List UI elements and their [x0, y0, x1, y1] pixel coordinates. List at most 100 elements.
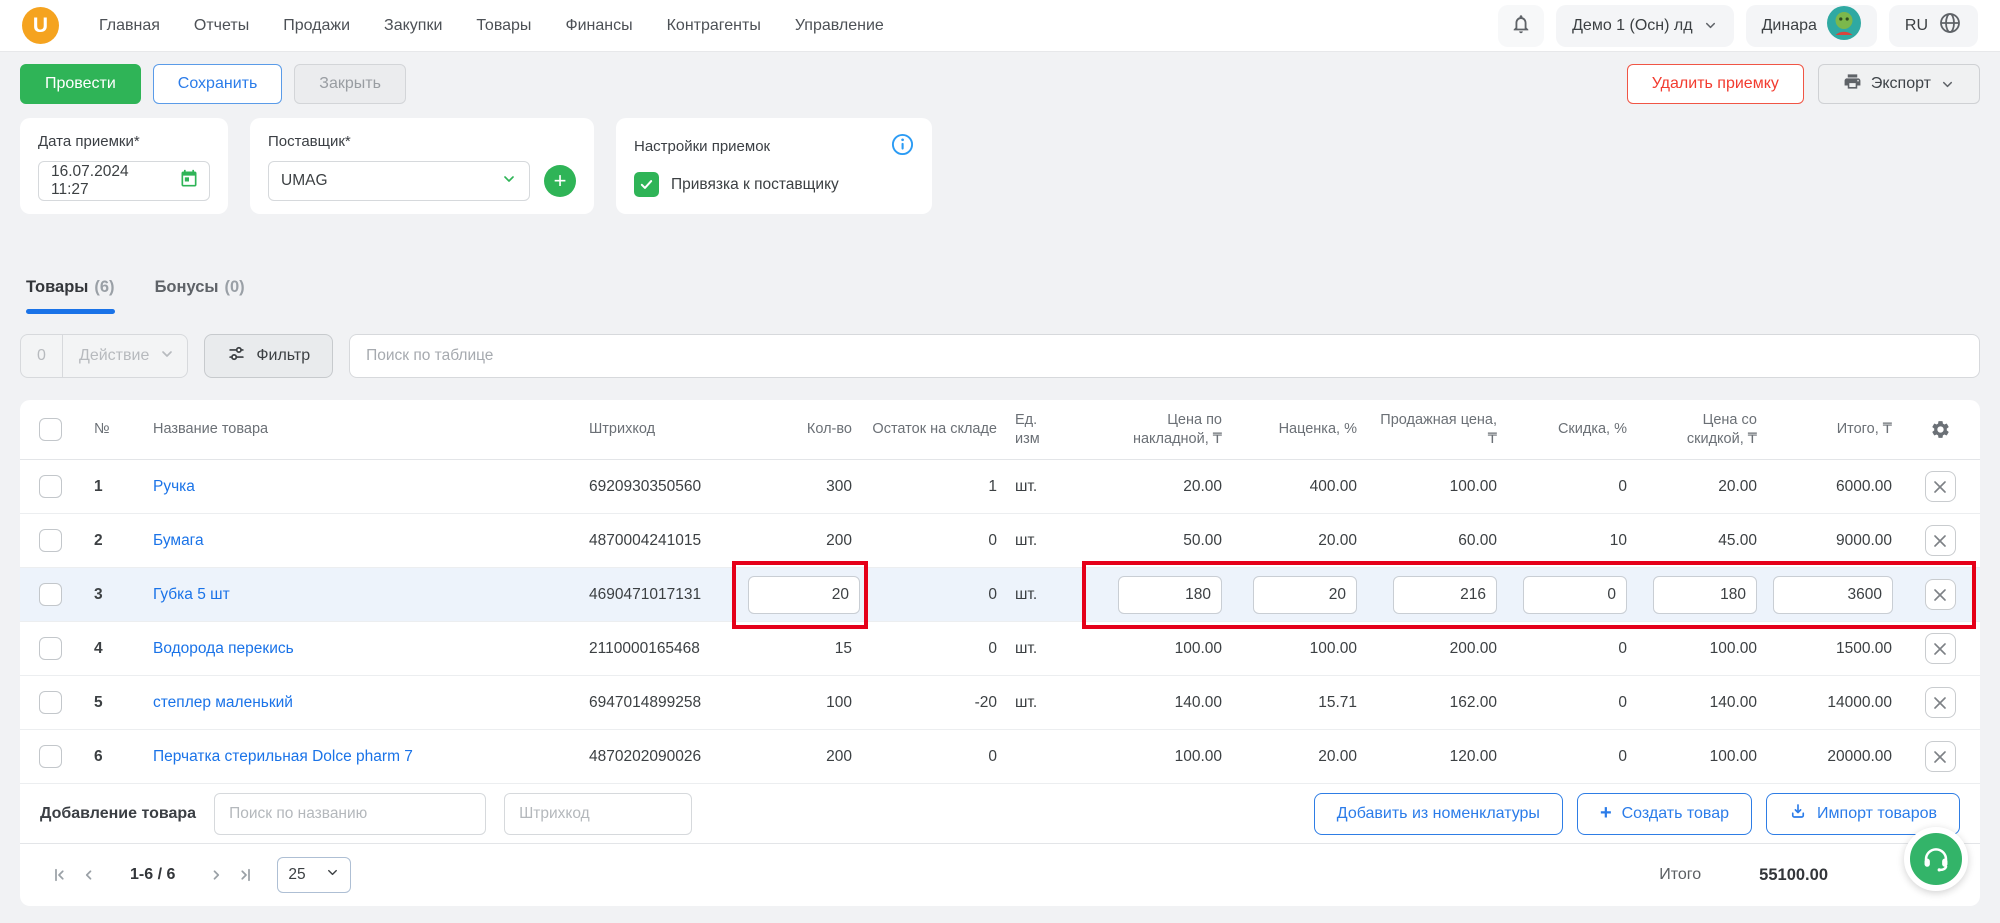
product-link[interactable]: степлер маленький: [153, 694, 293, 711]
date-label: Дата приемки*: [38, 133, 140, 150]
cell-row-number: 6: [94, 747, 103, 765]
cell-sale-price: 200.00: [1449, 639, 1497, 657]
page-range: 1-6 / 6: [130, 866, 176, 883]
row-checkbox[interactable]: [38, 745, 62, 768]
delete-receipt-button[interactable]: Удалить приемку: [1626, 64, 1804, 104]
tab-products[interactable]: Товары (6): [26, 278, 115, 314]
invoice-price-input[interactable]: [1118, 575, 1222, 614]
app-logo[interactable]: U: [22, 7, 59, 44]
first-page-button[interactable]: [44, 860, 74, 890]
nav-item-products[interactable]: Товары: [476, 17, 531, 35]
cell-total: 1500.00: [1835, 639, 1892, 657]
delete-row-button[interactable]: [1924, 687, 1956, 718]
cell-unit: шт.: [1015, 585, 1038, 603]
add-from-catalog-button[interactable]: Добавить из номенклатуры: [1313, 792, 1563, 835]
product-barcode-input[interactable]: [504, 792, 693, 835]
delete-row-button[interactable]: [1924, 525, 1956, 556]
cell-stock: 1: [988, 477, 997, 495]
discount-input[interactable]: [1523, 575, 1627, 614]
company-selector[interactable]: Демо 1 (Осн) лд: [1556, 4, 1734, 47]
chevron-down-icon: [1940, 77, 1955, 92]
nav-item-reports[interactable]: Отчеты: [194, 17, 249, 35]
settings-card: Настройки приемок Привязка к поставщику: [616, 118, 932, 214]
row-checkbox[interactable]: [38, 583, 62, 606]
post-button[interactable]: Провести: [20, 64, 141, 104]
cell-unit: шт.: [1015, 639, 1038, 657]
create-product-button[interactable]: + Создать товар: [1576, 792, 1753, 835]
cell-stock: 0: [988, 639, 997, 657]
row-checkbox[interactable]: [38, 529, 62, 552]
select-all-checkbox[interactable]: [38, 418, 62, 441]
add-supplier-button[interactable]: +: [544, 165, 576, 197]
bulk-action-dropdown[interactable]: 0 Действие: [20, 334, 189, 378]
delete-row-button[interactable]: [1924, 741, 1956, 772]
support-button[interactable]: [1904, 827, 1968, 891]
table-row-highlighted: 3 Губка 5 шт 4690471017131 0 шт.: [20, 561, 1980, 629]
product-link[interactable]: Бумага: [153, 532, 204, 549]
table-search-input[interactable]: [349, 334, 1980, 378]
date-value: 16.07.2024 11:27: [51, 163, 129, 198]
export-button[interactable]: Экспорт: [1817, 64, 1980, 104]
product-name-search-input[interactable]: [214, 792, 487, 835]
date-input[interactable]: 16.07.2024 11:27: [38, 161, 210, 201]
filter-button[interactable]: Фильтр: [204, 334, 334, 378]
nav-item-management[interactable]: Управление: [795, 17, 884, 35]
cell-row-number: 2: [94, 531, 103, 549]
cell-row-number: 5: [94, 693, 103, 711]
delete-row-button[interactable]: [1924, 471, 1956, 502]
nav-item-counterparties[interactable]: Контрагенты: [667, 17, 761, 35]
cell-markup: 15.71: [1318, 693, 1357, 711]
product-link[interactable]: Губка 5 шт: [153, 586, 230, 603]
cell-barcode: 4690471017131: [589, 585, 702, 603]
notifications-button[interactable]: [1498, 4, 1545, 47]
row-checkbox[interactable]: [38, 475, 62, 498]
last-page-button[interactable]: [231, 860, 261, 890]
delete-row-button[interactable]: [1924, 579, 1956, 610]
prev-page-button[interactable]: [74, 860, 104, 890]
nav-item-purchases[interactable]: Закупки: [384, 17, 442, 35]
qty-input[interactable]: [748, 575, 860, 614]
tabs: Товары (6) Бонусы (0): [26, 278, 1980, 314]
nav-item-finance[interactable]: Финансы: [565, 17, 632, 35]
nav-item-sales[interactable]: Продажи: [283, 17, 350, 35]
row-checkbox[interactable]: [38, 691, 62, 714]
supplier-select[interactable]: UMAG: [268, 161, 530, 201]
receipt-form: Дата приемки* 16.07.2024 11:27 Поставщик…: [20, 118, 1980, 214]
delete-row-button[interactable]: [1924, 633, 1956, 664]
user-menu[interactable]: Динара: [1745, 4, 1877, 47]
row-checkbox[interactable]: [38, 637, 62, 660]
bulk-action-label: Действие: [79, 347, 150, 364]
discounted-price-input[interactable]: [1653, 575, 1757, 614]
cell-unit: шт.: [1015, 531, 1038, 549]
cell-invoice-price: 20.00: [1183, 477, 1222, 495]
nav-item-home[interactable]: Главная: [99, 17, 160, 35]
export-label: Экспорт: [1870, 75, 1931, 92]
next-page-button[interactable]: [201, 860, 231, 890]
markup-input[interactable]: [1253, 575, 1357, 614]
supplier-binding-label: Привязка к поставщику: [671, 175, 839, 193]
tab-bonuses[interactable]: Бонусы (0): [155, 278, 245, 314]
cell-discount: 0: [1618, 747, 1627, 765]
cell-discounted-price: 45.00: [1718, 531, 1757, 549]
product-link[interactable]: Водорода перекись: [153, 640, 294, 657]
download-icon: [1789, 802, 1807, 825]
language-selector[interactable]: RU: [1888, 4, 1978, 47]
sale-price-input[interactable]: [1393, 575, 1497, 614]
header-num: №: [94, 421, 110, 438]
close-button[interactable]: Закрыть: [294, 64, 406, 104]
cell-total: 20000.00: [1827, 747, 1892, 765]
gear-icon[interactable]: [1900, 419, 1980, 440]
supplier-binding-checkbox[interactable]: [634, 172, 659, 197]
info-icon[interactable]: [891, 133, 914, 160]
cell-discounted-price: 20.00: [1718, 477, 1757, 495]
supplier-label: Поставщик*: [268, 133, 351, 150]
product-link[interactable]: Перчатка стерильная Dolce pharm 7: [153, 748, 413, 765]
cell-total: 14000.00: [1827, 693, 1892, 711]
save-button[interactable]: Сохранить: [152, 64, 283, 104]
total-input[interactable]: [1773, 575, 1893, 614]
page-size-select[interactable]: 25: [277, 857, 352, 893]
tab-bonuses-count: (0): [224, 278, 245, 296]
product-link[interactable]: Ручка: [153, 478, 195, 495]
calendar-icon[interactable]: [179, 169, 199, 194]
bell-icon: [1510, 13, 1532, 38]
